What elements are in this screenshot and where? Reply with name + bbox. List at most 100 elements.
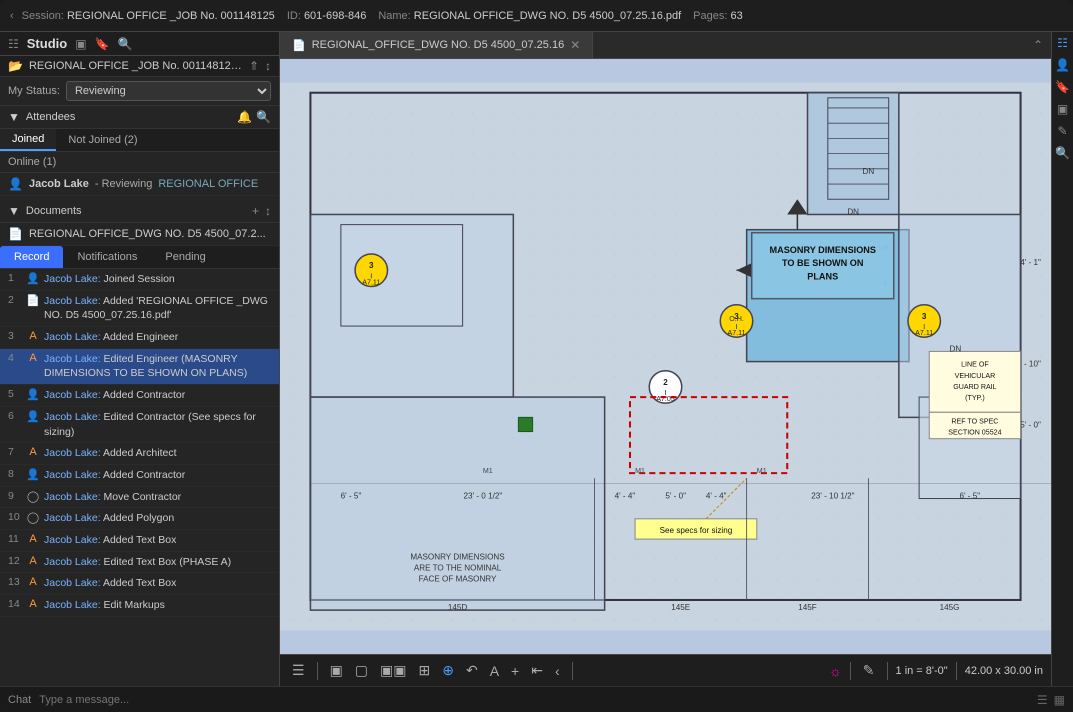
svg-text:A7.11: A7.11 — [915, 329, 933, 337]
record-tab[interactable]: Record — [0, 246, 63, 268]
record-content: Jacob Lake: Added Text Box — [44, 533, 271, 548]
record-icon: ◯ — [26, 490, 40, 503]
layers-right-icon[interactable]: ☷ — [1057, 36, 1068, 50]
single-page-btn[interactable]: ▢ — [351, 660, 372, 681]
record-icon: A — [26, 446, 40, 458]
svg-text:4' - 4": 4' - 4" — [706, 492, 727, 501]
svg-text:PLANS: PLANS — [807, 271, 838, 281]
record-icon: 👤 — [26, 272, 40, 285]
attendee-row-jacob: 👤 Jacob Lake - Reviewing REGIONAL OFFICE — [0, 173, 279, 196]
chevron-up-icon[interactable]: ⌃ — [1033, 38, 1043, 52]
grid-view-btn[interactable]: ⊞ — [415, 660, 435, 681]
svg-text:GUARD RAIL: GUARD RAIL — [953, 383, 996, 391]
record-icon: A — [26, 352, 40, 364]
record-content: Jacob Lake: Edit Markups — [44, 598, 271, 613]
text-tool-btn[interactable]: A — [486, 661, 503, 681]
svg-text:4' - 1": 4' - 1" — [1020, 258, 1041, 267]
add-doc-icon[interactable]: + — [252, 204, 259, 218]
fit-page-btn[interactable]: ▣ — [326, 660, 347, 681]
record-content: Jacob Lake: Added 'REGIONAL OFFICE _DWG … — [44, 294, 271, 323]
documents-label: Documents — [26, 205, 246, 217]
svg-text:M1: M1 — [757, 467, 767, 475]
list-icon[interactable]: ☰ — [1037, 693, 1048, 707]
export-icon[interactable]: ⇑ — [249, 59, 259, 73]
record-item: 10 ◯ Jacob Lake: Added Polygon — [0, 508, 279, 530]
blueprint-area[interactable]: DN DN UP E MASONRY DIMENSIONS TO BE S — [280, 59, 1051, 654]
bell-icon[interactable]: 🔔 — [237, 110, 252, 124]
back-arrow-icon[interactable]: ‹ — [10, 10, 14, 22]
properties-icon[interactable]: 👤 — [1055, 58, 1070, 72]
status-select[interactable]: Reviewing Approved Rejected — [66, 81, 271, 101]
record-item: 14 A Jacob Lake: Edit Markups — [0, 595, 279, 617]
record-actor: Jacob Lake: — [44, 353, 101, 365]
svg-text:VEHICULAR: VEHICULAR — [955, 372, 996, 380]
session-info: Session: REGIONAL OFFICE _JOB No. 001148… — [22, 10, 743, 22]
top-bar: ‹ Session: REGIONAL OFFICE _JOB No. 0011… — [0, 0, 1073, 32]
bookmark-icon[interactable]: 🔖 — [95, 37, 110, 51]
prev-page-btn[interactable]: ‹ — [551, 661, 564, 681]
chat-toggle-btn[interactable]: ☰ — [288, 660, 309, 681]
record-num: 12 — [8, 555, 22, 567]
close-doc-tab-icon[interactable]: ✕ — [570, 38, 580, 52]
cursor-btn[interactable]: ↶ — [462, 660, 482, 681]
record-item: 1 👤 Jacob Lake: Joined Session — [0, 269, 279, 291]
nav-mode-btn[interactable]: ⊕ — [438, 660, 458, 681]
record-content: Jacob Lake: Move Contractor — [44, 490, 271, 505]
online-section: Online (1) — [0, 152, 279, 173]
record-item: 9 ◯ Jacob Lake: Move Contractor — [0, 487, 279, 509]
bookmarks-icon[interactable]: 🔖 — [1055, 80, 1070, 94]
annotations-icon[interactable]: ✎ — [1057, 124, 1067, 138]
person-icon: 👤 — [8, 177, 23, 191]
search-icon[interactable]: 🔍 — [118, 37, 133, 51]
grid-icon[interactable]: ☷ — [8, 37, 19, 51]
thumbnails-icon[interactable]: ▣ — [1057, 102, 1068, 116]
studio-header: ☷ Studio ▣ 🔖 🔍 — [0, 32, 279, 56]
center-area: 📄 REGIONAL_OFFICE_DWG NO. D5 4500_07.25.… — [280, 32, 1051, 686]
bottom-toolbar: ☰ ▣ ▢ ▣▣ ⊞ ⊕ ↶ A + ⇤ ‹ ☼ ✎ 1 in = 8'-0" — [280, 654, 1051, 686]
svg-text:MASONRY DIMENSIONS: MASONRY DIMENSIONS — [770, 245, 876, 255]
sort-icon[interactable]: ↕ — [265, 59, 271, 73]
not-joined-tab[interactable]: Not Joined (2) — [56, 129, 149, 151]
docs-collapse-icon[interactable]: ▼ — [8, 204, 20, 218]
studio-label: Studio — [27, 36, 67, 51]
record-item: 13 A Jacob Lake: Added Text Box — [0, 573, 279, 595]
svg-text:O.H.: O.H. — [729, 315, 744, 323]
two-page-btn[interactable]: ▣▣ — [376, 660, 410, 681]
notifications-tab[interactable]: Notifications — [63, 246, 151, 268]
collapse-icon[interactable]: ▼ — [8, 110, 20, 124]
sort-doc-icon[interactable]: ↕ — [265, 204, 271, 218]
record-icon: 👤 — [26, 388, 40, 401]
layers-icon[interactable]: ▣ — [75, 37, 86, 51]
folder-icon[interactable]: 📂 — [8, 59, 23, 73]
svg-text:4' - 4": 4' - 4" — [615, 492, 636, 501]
svg-text:MASONRY DIMENSIONS: MASONRY DIMENSIONS — [410, 552, 505, 561]
filter-icon[interactable]: ▦ — [1054, 693, 1065, 707]
first-page-btn[interactable]: ⇤ — [527, 660, 547, 681]
record-actor: Jacob Lake: — [44, 469, 101, 481]
search-attendee-icon[interactable]: 🔍 — [256, 110, 271, 124]
svg-text:2: 2 — [663, 378, 668, 387]
attendee-location: REGIONAL OFFICE — [158, 178, 258, 190]
doc-tab-title: REGIONAL_OFFICE_DWG NO. D5 4500_07.25.16 — [312, 39, 565, 51]
doc-tab-0[interactable]: 📄 REGIONAL_OFFICE_DWG NO. D5 4500_07.25.… — [280, 32, 593, 58]
record-item: 3 A Jacob Lake: Added Engineer — [0, 327, 279, 349]
chat-input[interactable] — [39, 694, 1029, 706]
svg-text:145E: 145E — [671, 603, 691, 612]
document-row-0[interactable]: 📄 REGIONAL OFFICE_DWG NO. D5 4500_07.2..… — [0, 223, 279, 246]
zoom-in-btn[interactable]: + — [507, 661, 523, 681]
search-right-icon[interactable]: 🔍 — [1055, 146, 1070, 160]
right-panel: ☷ 👤 🔖 ▣ ✎ 🔍 — [1051, 32, 1073, 686]
pencil-btn[interactable]: ✎ — [859, 660, 879, 681]
joined-tab[interactable]: Joined — [0, 129, 56, 151]
record-content: Jacob Lake: Added Polygon — [44, 511, 271, 526]
record-actor: Jacob Lake: — [44, 534, 101, 546]
pending-tab[interactable]: Pending — [151, 246, 219, 268]
svg-text:5' - 0": 5' - 0" — [1020, 421, 1041, 430]
record-actor: Jacob Lake: — [44, 273, 101, 285]
dims-label: 42.00 x 30.00 in — [965, 665, 1043, 677]
record-item: 7 A Jacob Lake: Added Architect — [0, 443, 279, 465]
session-label: Session: REGIONAL OFFICE _JOB No. 001148… — [22, 10, 275, 22]
chat-bar: Chat ☰ ▦ — [0, 686, 1073, 712]
svg-text:6' - 5": 6' - 5" — [341, 492, 362, 501]
svg-text:SECTION 05524: SECTION 05524 — [948, 429, 1001, 437]
